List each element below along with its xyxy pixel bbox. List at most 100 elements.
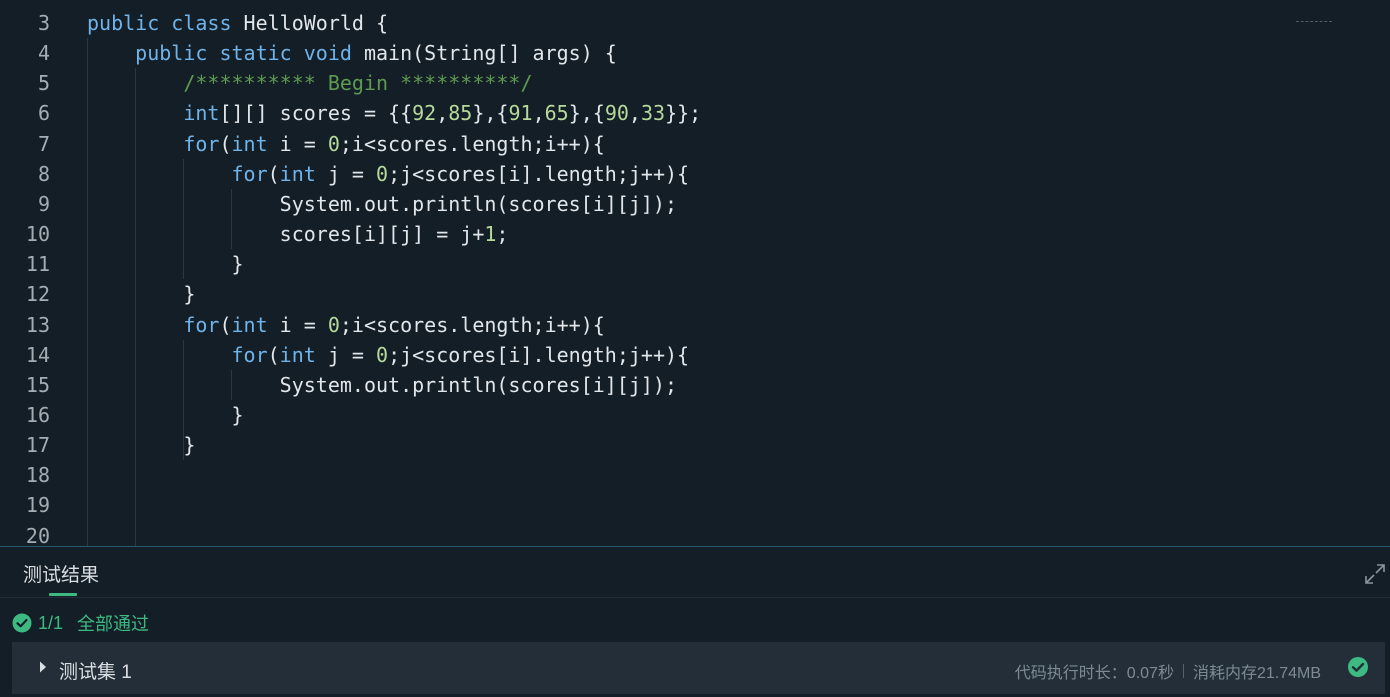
code-line[interactable]: 3 public class HelloWorld { [0, 8, 1390, 38]
code-token: i = [267, 131, 328, 156]
line-number: 7 [37, 131, 50, 156]
line-number: 12 [25, 282, 50, 307]
line-code: scores[i][j] = j+1; [87, 219, 509, 249]
code-line[interactable]: 9 System.out.println(scores[i][j]); [0, 189, 1390, 219]
code-token: 0 [376, 342, 389, 367]
line-number: 13 [25, 312, 50, 337]
pass-count: 1/1 [38, 612, 64, 633]
code-token: 0 [327, 131, 340, 156]
code-token: ;i<scores.length;i++){ [339, 131, 605, 156]
code-line[interactable]: 12 } [0, 279, 1390, 309]
code-token: 90 [604, 101, 629, 126]
line-code: } [87, 400, 243, 430]
code-line[interactable]: 15 System.out.println(scores[i][j]); [0, 370, 1390, 400]
line-number: 15 [25, 372, 50, 397]
code-token: j = [315, 161, 377, 186]
code-line[interactable]: 6 int[][] scores = {{92,85},{91,65},{90,… [0, 98, 1390, 128]
line-number: 4 [37, 41, 50, 66]
code-token: int [231, 131, 268, 156]
code-line[interactable]: 14 for(int j = 0;j<scores[i].length;j++)… [0, 340, 1390, 370]
code-token: } [87, 252, 244, 277]
code-token: 33 [640, 101, 666, 126]
code-token: 65 [544, 101, 569, 126]
code-token: } [87, 433, 196, 458]
line-number: 5 [37, 71, 50, 96]
code-token: ( [267, 161, 280, 186]
code-line[interactable]: 18 [0, 460, 1390, 490]
code-token: 1 [484, 222, 497, 247]
code-token: },{ [568, 101, 605, 126]
meta-divider [1182, 664, 1184, 678]
code-token: ;j<scores[i].length;j++){ [388, 342, 690, 367]
code-token: ;j<scores[i].length;j++){ [388, 161, 690, 186]
test-summary: 1/1 全部通过 [12, 610, 149, 636]
caret-right-icon[interactable] [39, 661, 47, 673]
code-token: for [183, 312, 220, 337]
line-number: 9 [37, 191, 50, 216]
code-line[interactable]: 20 [0, 521, 1390, 546]
code-token: scores[i][j] = j+ [87, 222, 485, 247]
line-code: public class HelloWorld { [87, 8, 388, 38]
testset-row[interactable]: 测试集 1 代码执行时长：0.07秒 消耗内存21.74MB [12, 642, 1385, 694]
code-token: 0 [376, 161, 389, 186]
code-token: [][] scores = {{ [219, 101, 413, 126]
line-code: for(int i = 0;i<scores.length;i++){ [87, 310, 604, 340]
line-code: System.out.println(scores[i][j]); [87, 189, 677, 219]
code-line[interactable]: 19 [0, 490, 1390, 520]
code-token: for [231, 342, 268, 367]
code-token: ( [219, 131, 232, 156]
code-editor[interactable]: 3 public class HelloWorld {4 public stati… [0, 0, 1390, 546]
code-token: class [171, 11, 232, 35]
code-line[interactable]: 8 for(int j = 0;j<scores[i].length;j++){ [0, 159, 1390, 189]
code-token: System.out.println(scores[i][j]); [87, 191, 678, 216]
code-token: 0 [327, 312, 340, 337]
line-code: } [87, 249, 244, 279]
app: 3 public class HelloWorld {4 public stati… [0, 0, 1390, 697]
code-token: j = [315, 342, 377, 367]
code-line[interactable]: 4 public static void main(String[] args)… [0, 38, 1390, 68]
code-token: static [219, 41, 292, 66]
code-token: int [231, 312, 268, 337]
code-token: HelloWorld { [231, 11, 389, 35]
code-line[interactable]: 16 } [0, 400, 1390, 430]
testset-pass-icon [1348, 657, 1368, 677]
line-code: public static void main(String[] args) { [87, 38, 617, 68]
line-number: 16 [25, 402, 50, 427]
code-line[interactable]: 7 for(int i = 0;i<scores.length;i++){ [0, 129, 1390, 159]
line-number: 20 [25, 523, 50, 546]
code-token: i = [267, 312, 328, 337]
code-token: /********** Begin **********/ [183, 71, 533, 96]
active-tab-indicator [49, 593, 77, 596]
line-number: 10 [25, 222, 50, 247]
code-line[interactable]: 17 } [0, 430, 1390, 460]
line-code: /********** Begin **********/ [87, 68, 533, 98]
line-number: 19 [25, 493, 50, 518]
code-line[interactable]: 11 } [0, 249, 1390, 279]
code-token: void [303, 41, 352, 66]
line-code: } [87, 430, 195, 460]
code-line[interactable]: 13 for(int i = 0;i<scores.length;i++){ [0, 310, 1390, 340]
code-token: for [183, 131, 220, 156]
code-token: , [628, 101, 641, 126]
line-number: 18 [25, 463, 50, 488]
code-token: int [279, 161, 316, 186]
code-token: public [135, 41, 208, 66]
line-number: 14 [25, 342, 50, 367]
code-line[interactable]: 5 /********** Begin **********/ [0, 68, 1390, 98]
code-line[interactable]: 10 scores[i][j] = j+1; [0, 219, 1390, 249]
code-token: } [87, 282, 196, 307]
expand-icon[interactable] [1364, 563, 1386, 585]
testset-metrics: 代码执行时长：0.07秒 消耗内存21.74MB [1015, 659, 1321, 683]
code-token: ; [496, 222, 509, 247]
tab-test-results[interactable]: 测试结果 [23, 560, 99, 587]
